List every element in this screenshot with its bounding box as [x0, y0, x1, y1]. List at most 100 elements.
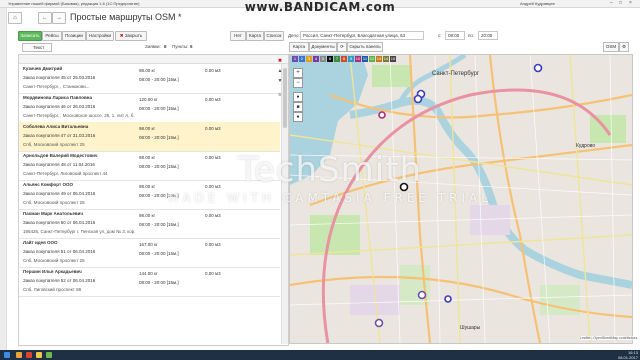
from-time-field[interactable]: 08:00 — [445, 31, 465, 40]
order-client-name: Пахман Марк Анатольевич — [23, 211, 84, 216]
route-color-swatch[interactable]: 6 — [327, 56, 333, 62]
text-filter[interactable]: Текст — [22, 43, 52, 52]
list-item[interactable]: Соболева Алиса Витальевна Заказ покупател… — [19, 122, 280, 152]
map-attribution: Leaflet | OpenStreetMap contributors — [580, 336, 638, 340]
route-color-swatch[interactable]: 15 — [390, 56, 396, 62]
order-weight: 98.00 кг — [139, 155, 156, 160]
close-button[interactable]: ✖ Закрыть — [115, 31, 147, 41]
order-number: Заказ покупателя 48 от 11.04.2016 — [23, 162, 95, 167]
route-color-swatch[interactable]: 3 — [306, 56, 312, 62]
refresh-icon[interactable]: ⟳ — [337, 42, 347, 52]
route-color-swatch[interactable]: 8 — [341, 56, 347, 62]
points-count: 6 — [190, 44, 193, 49]
layers-icon[interactable]: ■ — [293, 102, 303, 112]
back-icon[interactable]: ← — [38, 12, 52, 24]
order-time-window: 08:00 - 20:00 [15м.] — [139, 135, 179, 140]
browser-icon[interactable] — [26, 352, 32, 358]
map-marker[interactable] — [378, 111, 386, 119]
to-time-field[interactable]: 20:00 — [478, 31, 498, 40]
order-weight: 98.00 кг — [139, 68, 156, 73]
list-header — [19, 55, 288, 64]
forward-icon[interactable]: → — [52, 12, 66, 24]
measure-icon[interactable]: ● — [293, 112, 303, 122]
order-address: Санкт-Петербург, , Московское шоссе, 25,… — [23, 113, 135, 118]
map-canvas[interactable]: Санкт-Петербург Кудрово Шушары — [290, 55, 632, 343]
points-label: Пункты: — [172, 44, 189, 49]
route-color-swatch[interactable]: 14 — [383, 56, 389, 62]
route-color-swatch[interactable]: 7 — [334, 56, 340, 62]
remove-icon[interactable]: ✖ — [277, 58, 283, 64]
explorer-icon[interactable] — [16, 352, 22, 358]
route-color-swatch[interactable]: 5 — [320, 56, 326, 62]
taskbar: 16:13 08.01.2017 — [0, 350, 640, 360]
1c-icon[interactable] — [36, 352, 42, 358]
order-weight: 98.00 кг — [139, 126, 156, 131]
mode-none-button[interactable]: Нет — [230, 31, 246, 41]
map-label-kudrovo: Кудрово — [576, 143, 595, 149]
route-color-swatch[interactable]: 1 — [292, 56, 298, 62]
clock-date: 08.01.2017 — [617, 355, 638, 360]
list-item[interactable]: Арнольдов Валерий Модестович Заказ покупа… — [19, 151, 280, 181]
map-marker[interactable] — [533, 63, 543, 73]
flights-button[interactable]: Рейсы — [42, 31, 62, 41]
list-item[interactable]: Кузичев Дмитрий Заказ покупателя 45 от 25… — [19, 64, 280, 94]
order-weight: 98.00 кг — [139, 184, 156, 189]
page-title: Простые маршруты OSM * — [70, 12, 182, 22]
up-icon[interactable]: ▲ — [277, 68, 283, 74]
save-button[interactable]: Записать — [18, 31, 42, 41]
order-volume: 0.00 м3 — [205, 68, 221, 73]
map-marker[interactable] — [417, 290, 427, 300]
tab-map[interactable]: Карта — [289, 42, 309, 52]
list-item[interactable]: Пахман Марк Анатольевич Заказ покупателя … — [19, 209, 280, 239]
map-settings-icon[interactable]: ⚙ — [619, 42, 629, 52]
hide-panel-button[interactable]: Скрыть панель — [347, 42, 383, 52]
close-window-icon[interactable]: × — [629, 0, 632, 7]
depot-field[interactable]: Россия, Санкт-Петербург, Благодатная ули… — [300, 31, 424, 40]
settings-button[interactable]: Настройки — [86, 31, 114, 41]
list-menu-icon[interactable]: ≡ — [277, 92, 283, 98]
order-time-window: 08:00 - 20:00 [15м.] — [139, 251, 179, 256]
to-label: по: — [468, 33, 475, 38]
zoom-in-icon[interactable]: + — [293, 68, 303, 78]
order-time-window: 08:00 - 20:00 [15м.] — [139, 193, 179, 198]
map-provider-select[interactable]: OSM — [603, 42, 619, 52]
mode-list-button[interactable]: Список — [264, 31, 284, 41]
list-item[interactable]: Мордвинова Лариса Павловна Заказ покупате… — [19, 93, 280, 123]
map-view[interactable]: Санкт-Петербург Кудрово Шушары — [289, 54, 633, 344]
route-color-swatch[interactable]: 12 — [369, 56, 375, 62]
order-time-window: 08:00 - 20:00 [15м.] — [139, 222, 179, 227]
map-marker[interactable] — [444, 295, 452, 303]
positions-button[interactable]: Позиции — [62, 31, 86, 41]
route-color-swatch[interactable]: 2 — [299, 56, 305, 62]
home-icon[interactable]: ⌂ — [8, 12, 22, 24]
list-item[interactable]: Лайт идея ООО Заказ покупателя 51 от 06.0… — [19, 238, 280, 268]
order-volume: 0.00 м3 — [205, 213, 221, 218]
order-address: Спб, Московский проспект 25 — [23, 142, 85, 147]
route-color-swatch[interactable]: 11 — [362, 56, 368, 62]
mode-map-button[interactable]: Карта — [246, 31, 264, 41]
list-item[interactable]: Першин Илья Аркадьевич Заказ покупателя 5… — [19, 267, 280, 297]
minimize-icon[interactable]: – — [610, 0, 613, 7]
tab-documents[interactable]: Документы — [309, 42, 337, 52]
down-icon[interactable]: ▼ — [277, 78, 283, 84]
route-color-swatch[interactable]: 13 — [376, 56, 382, 62]
start-icon[interactable] — [4, 352, 10, 358]
user-name: Андрей Кудрявцев — [520, 1, 555, 6]
order-client-name: Мордвинова Лариса Павловна — [23, 95, 93, 100]
route-color-swatch[interactable]: 4 — [313, 56, 319, 62]
route-color-swatch[interactable]: 9 — [348, 56, 354, 62]
order-volume: 0.00 м3 — [205, 242, 221, 247]
route-color-swatch[interactable]: 10 — [355, 56, 361, 62]
map-marker[interactable] — [399, 182, 409, 192]
nav-bar: ⌂ ← → Простые маршруты OSM * — [8, 12, 278, 24]
map-marker[interactable] — [374, 318, 384, 328]
zoom-out-icon[interactable]: − — [293, 78, 303, 88]
from-label: с: — [438, 33, 442, 38]
list-item[interactable]: Альянс Комфорт ООО Заказ покупателя 49 от… — [19, 180, 280, 210]
app-icon[interactable] — [46, 352, 52, 358]
maximize-icon[interactable]: □ — [619, 0, 622, 7]
order-time-window: 08:00 - 20:00 [15м.] — [139, 77, 179, 82]
map-marker[interactable] — [413, 94, 423, 104]
locate-icon[interactable]: ● — [293, 92, 303, 102]
close-icon: ✖ — [119, 33, 124, 38]
